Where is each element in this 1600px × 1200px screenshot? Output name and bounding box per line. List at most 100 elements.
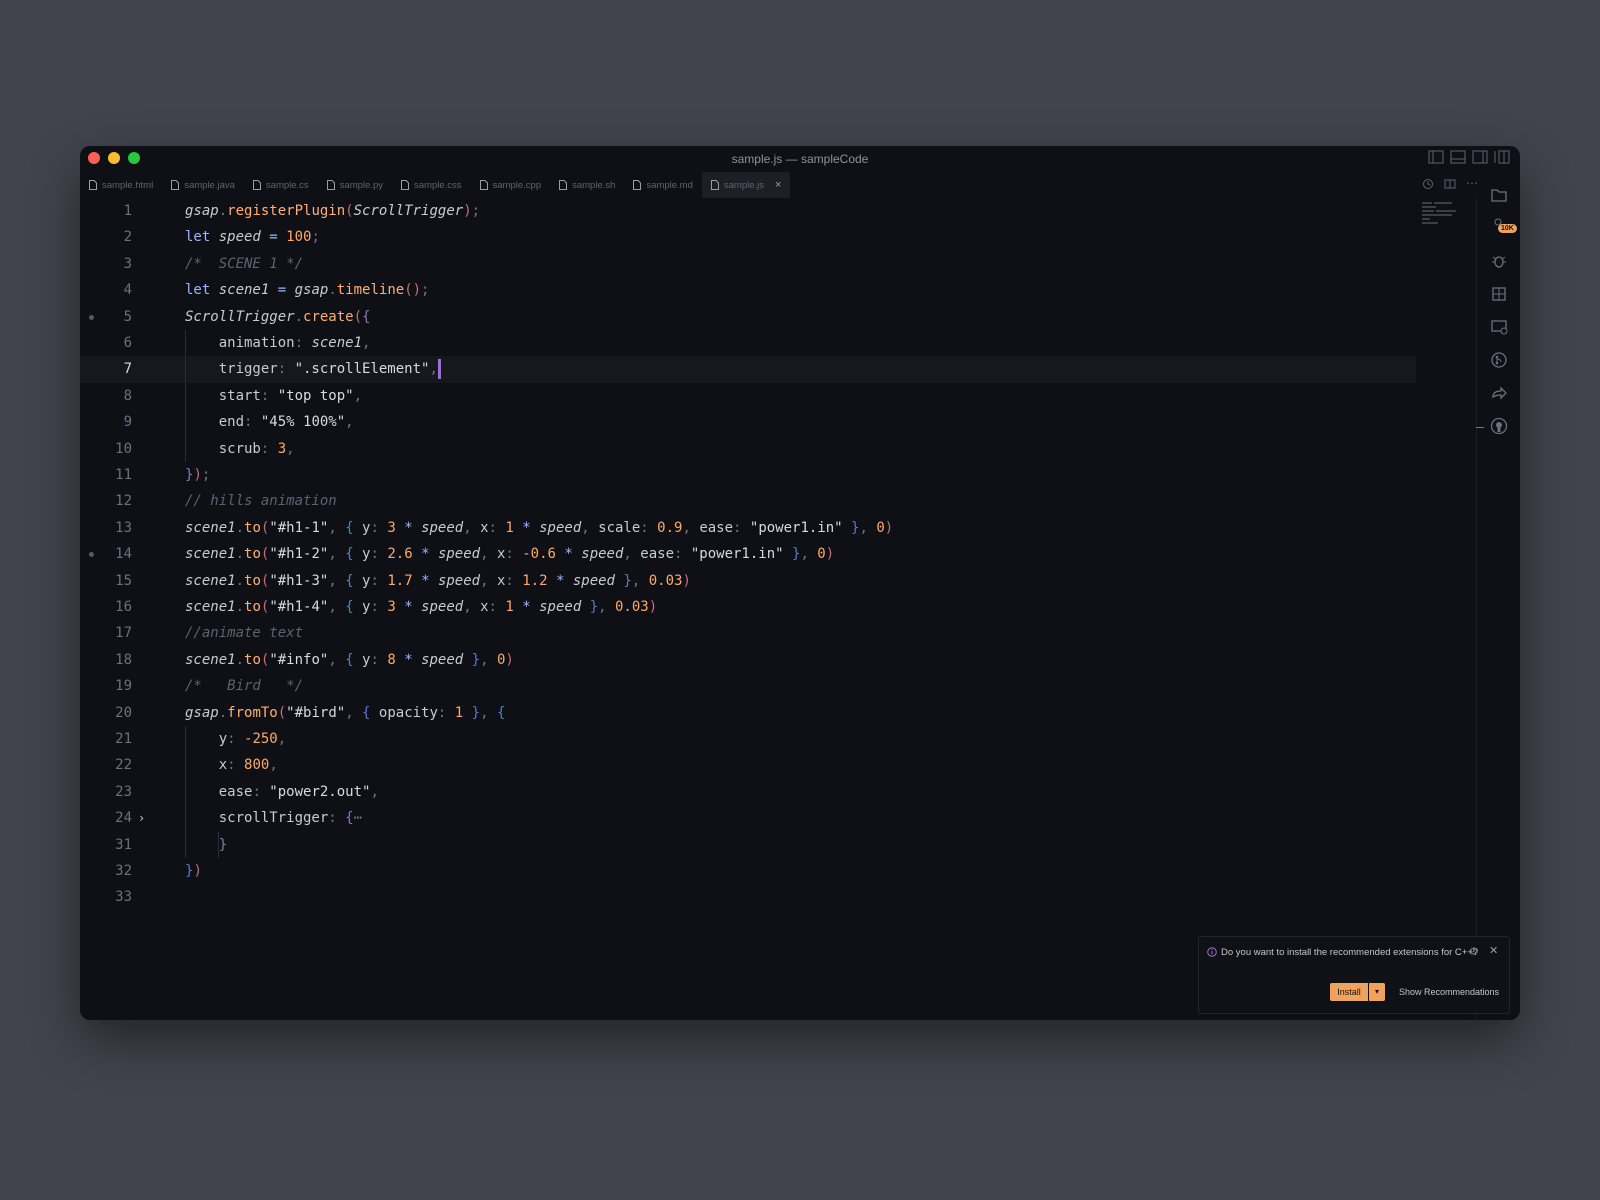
code-text: scrollTrigger: {⋯ — [185, 805, 362, 831]
code-line[interactable]: 2 let speed = 100; — [80, 224, 1416, 250]
code-line[interactable]: 14 scene1.to("#h1-2", { y: 2.6 * speed, x… — [80, 541, 1416, 567]
code-line[interactable]: 3 /* SCENE 1 */ — [80, 251, 1416, 277]
code-token: animation — [185, 335, 295, 351]
extensions-icon[interactable] — [1490, 285, 1508, 303]
code-token: gsap — [294, 282, 329, 299]
code-text: y: -250, — [185, 726, 286, 752]
code-text: animation: scene1, — [185, 330, 371, 356]
code-token: -0.6 — [522, 546, 556, 563]
tab-sample-cs[interactable]: sample.cs — [244, 172, 318, 198]
code-token: . — [235, 546, 245, 563]
code-line[interactable]: 21 y: -250, — [80, 726, 1416, 752]
code-line[interactable]: 15 scene1.to("#h1-3", { y: 1.7 * speed, x… — [80, 568, 1416, 594]
show-recommendations-button[interactable]: Show Recommendations — [1399, 987, 1499, 997]
code-token: speed — [218, 229, 261, 246]
tab-sample-js[interactable]: sample.js × — [701, 172, 791, 198]
live-share-icon[interactable] — [1490, 384, 1508, 402]
notification-message: Do you want to install the recommended e… — [1221, 947, 1479, 958]
split-editor-icon[interactable] — [1444, 178, 1456, 193]
code-token: . — [235, 599, 245, 615]
code-token: speed — [437, 546, 481, 563]
more-actions-icon[interactable]: ⋯ — [1466, 177, 1478, 193]
code-token: 1 — [505, 599, 514, 615]
debug-icon[interactable] — [1490, 252, 1508, 270]
tab-sample-css[interactable]: sample.css — [392, 172, 471, 198]
code-token: ⋯ — [353, 810, 363, 827]
code-token: "power1.in" — [690, 546, 784, 563]
code-line[interactable]: 22 x: 800, — [80, 752, 1416, 778]
timeline-icon[interactable] — [1422, 178, 1434, 193]
vertical-scrollbar[interactable] — [1476, 198, 1477, 1020]
notification-count-badge: 10K — [1498, 224, 1517, 233]
tab-sample-py[interactable]: sample.py — [318, 172, 392, 198]
toggle-primary-sidebar-icon[interactable] — [1428, 150, 1444, 164]
source-control-icon[interactable] — [1490, 351, 1508, 369]
install-button[interactable]: Install — [1330, 983, 1368, 1001]
code-line[interactable]: 20 gsap.fromTo("#bird", { opacity: 1 }, { — [80, 700, 1416, 726]
code-line[interactable]: 6 animation: scene1, — [80, 330, 1416, 356]
code-token: , — [800, 546, 818, 563]
fold-chevron-icon[interactable]: › — [138, 805, 145, 831]
tab-sample-java[interactable]: sample.java — [162, 172, 244, 198]
code-line[interactable]: 9 end: "45% 100%", — [80, 409, 1416, 435]
code-token: , — [480, 704, 497, 721]
code-line[interactable]: 8 start: "top top", — [80, 383, 1416, 409]
explorer-icon[interactable] — [1490, 186, 1508, 204]
tab-sample-md[interactable]: sample.md — [624, 172, 701, 198]
code-line[interactable]: 33 — [80, 884, 1416, 910]
toggle-panel-icon[interactable] — [1450, 150, 1466, 164]
customize-layout-icon[interactable] — [1494, 150, 1510, 164]
code-token: . — [218, 203, 228, 219]
code-token: let — [185, 282, 219, 299]
code-token: = — [269, 282, 295, 299]
code-line[interactable]: 18 scene1.to("#info", { y: 8 * speed }, 0… — [80, 647, 1416, 673]
code-line[interactable]: 11}); — [80, 462, 1416, 488]
code-line[interactable]: 5 ScrollTrigger.create({ — [80, 304, 1416, 330]
gear-icon[interactable]: ⚙ — [1469, 945, 1479, 958]
code-line[interactable]: 24 › scrollTrigger: {⋯ — [80, 805, 1416, 831]
code-token: scene1 — [218, 282, 270, 299]
code-line[interactable]: 32}) — [80, 858, 1416, 884]
code-line[interactable]: 23 ease: "power2.out", — [80, 779, 1416, 805]
close-icon[interactable]: ✕ — [1489, 944, 1498, 957]
code-token: 0.03 — [615, 599, 649, 615]
code-line[interactable]: 10 scrub: 3, — [80, 436, 1416, 462]
code-token: ) — [193, 467, 202, 483]
code-text: gsap.fromTo("#bird", { opacity: 1 }, { — [185, 700, 505, 726]
remote-explorer-icon[interactable] — [1490, 318, 1508, 336]
code-token: ease — [699, 519, 734, 536]
code-editor[interactable]: 1 gsap.registerPlugin(ScrollTrigger); 2 let… — [80, 198, 1476, 1020]
tab-sample-cpp[interactable]: sample.cpp — [471, 172, 551, 198]
github-icon[interactable] — [1490, 417, 1508, 435]
code-line[interactable]: 4 let scene1 = gsap.timeline(); — [80, 277, 1416, 303]
tab-sample-sh[interactable]: sample.sh — [550, 172, 624, 198]
code-token: , — [463, 599, 481, 615]
code-line[interactable]: 12 // hills animation — [80, 488, 1416, 514]
code-token: 800 — [244, 757, 270, 774]
line-number: 22 — [115, 757, 132, 774]
code-token: , — [480, 546, 497, 563]
close-tab-icon[interactable]: × — [775, 179, 781, 191]
code-token: , — [480, 651, 497, 668]
code-token: scene1 — [185, 572, 236, 589]
code-token: ease — [640, 546, 674, 563]
file-icon — [559, 180, 568, 190]
code-token: speed — [539, 599, 582, 615]
chevron-down-icon[interactable]: ▾ — [1369, 983, 1385, 1001]
minimap[interactable] — [1422, 200, 1466, 228]
code-line[interactable]: 13 scene1.to("#h1-1", { y: 3 * speed, x: … — [80, 515, 1416, 541]
toggle-secondary-sidebar-icon[interactable] — [1472, 150, 1488, 164]
tab-sample-html[interactable]: sample.html — [80, 172, 162, 198]
file-icon — [633, 180, 642, 190]
code-token: , — [345, 704, 363, 721]
code-line[interactable]: 19 /* Bird */ — [80, 673, 1416, 699]
code-token: 100 — [286, 229, 312, 246]
code-line[interactable]: 17 //animate text — [80, 620, 1416, 646]
code-line[interactable]: 7 trigger: ".scrollElement", — [80, 356, 1416, 383]
code-token: } — [185, 836, 228, 853]
code-token: opacity — [378, 704, 438, 721]
code-line[interactable]: 31 } — [80, 832, 1416, 858]
code-line[interactable]: 1 gsap.registerPlugin(ScrollTrigger); — [80, 198, 1416, 224]
editor-actions: ⋯ — [1422, 177, 1478, 193]
code-line[interactable]: 16 scene1.to("#h1-4", { y: 3 * speed, x: … — [80, 594, 1416, 620]
